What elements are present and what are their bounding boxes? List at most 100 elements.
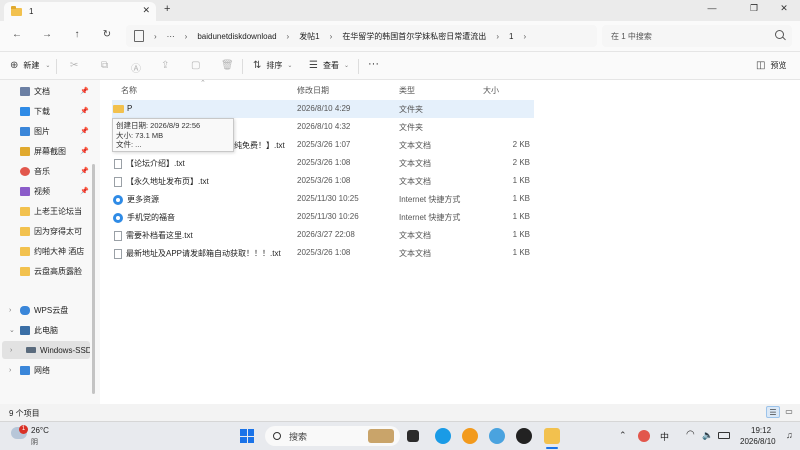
sidebar-item-pictures[interactable]: 图片 📌 [0, 122, 98, 140]
copy-icon[interactable]: ⧉ [101, 60, 108, 71]
tiles-view-icon[interactable]: ▭ [782, 406, 796, 418]
sidebar-item-folder[interactable]: 因为穿得太可 [0, 222, 98, 240]
task-view-icon[interactable] [407, 430, 419, 442]
more-button[interactable]: ··· [368, 58, 379, 70]
refresh-button[interactable]: ↻ [100, 29, 114, 40]
minimize-button[interactable]: — [702, 3, 722, 13]
breadcrumb-ellipsis[interactable]: ··· [167, 32, 175, 41]
close-window-button[interactable]: ✕ [774, 3, 794, 14]
file-name-cell: P [112, 104, 132, 113]
preview-button[interactable]: ◫ 预览 [756, 60, 786, 71]
column-header-modified[interactable]: 修改日期 [297, 85, 329, 96]
clock-time[interactable]: 19:12 [751, 426, 771, 435]
sidebar-item-folder[interactable]: 云盘高质露脸 [0, 262, 98, 280]
breadcrumb-item[interactable]: baidunetdiskdownload [197, 32, 276, 41]
taskbar-search[interactable]: 搜索 [265, 426, 400, 446]
weather-desc[interactable]: 阴 [31, 437, 38, 447]
pin-icon: 📌 [80, 108, 89, 115]
sort-button[interactable]: ⇅ 排序 ⌄ [253, 60, 292, 71]
active-indicator [546, 447, 558, 449]
new-tab-button[interactable]: + [164, 3, 170, 15]
table-row[interactable]: 更多资源 2025/11/30 10:25 Internet 快捷方式 1 KB [112, 190, 534, 208]
share-icon[interactable]: ⇪ [161, 60, 169, 71]
view-label: 查看 [322, 61, 339, 70]
weather-temp[interactable]: 26°C [31, 426, 49, 435]
folder-icon [11, 5, 22, 16]
cut-icon[interactable]: ✂ [70, 60, 78, 71]
pin-icon: 📌 [80, 88, 89, 95]
chevron-up-icon[interactable]: ⌃ [619, 430, 627, 441]
address-bar[interactable]: › ··· › baidunetdiskdownload › 发帖1 › 在华留… [126, 25, 597, 47]
file-name: 纯免费！】.txt [234, 141, 285, 150]
search-icon [273, 432, 281, 440]
table-row[interactable]: P 2026/8/10 4:29 文件夹 [112, 100, 534, 118]
paste-icon[interactable]: ▢ [191, 60, 200, 71]
app-blue-icon[interactable] [489, 428, 505, 444]
sidebar-item-windows-ssd[interactable]: › Windows-SSD [2, 341, 90, 359]
sidebar-item-label: 下载 [34, 106, 50, 116]
sidebar-item-music[interactable]: 音乐 📌 [0, 162, 98, 180]
column-header-name[interactable]: 名称 [121, 85, 137, 96]
breadcrumb-item[interactable]: 在华留学的韩国首尔学妹私密日常遭流出 [342, 31, 486, 42]
breadcrumb-item[interactable]: 1 [509, 32, 513, 41]
column-header-size[interactable]: 大小 [483, 85, 499, 96]
wifi-icon[interactable]: ◠ [686, 429, 695, 440]
battery-icon[interactable] [718, 432, 730, 439]
chevron-up-icon: ⌃ [200, 80, 206, 87]
forward-button[interactable]: → [40, 29, 54, 40]
maximize-button[interactable]: ❐ [744, 3, 764, 14]
table-row[interactable]: 【论坛介绍】.txt 2025/3/26 1:08 文本文档 2 KB [112, 154, 534, 172]
rename-icon[interactable]: Ⓐ [131, 60, 141, 75]
view-icon: ☰ [309, 60, 318, 71]
sidebar-item-screenshots[interactable]: 屏幕截图 📌 [0, 142, 98, 160]
navigation-bar: ← → ↑ ↻ › ··· › baidunetdiskdownload › 发… [0, 21, 800, 51]
table-row[interactable]: 【永久地址发布页】.txt 2025/3/26 1:08 文本文档 1 KB [112, 172, 534, 190]
new-button[interactable]: ⊕ 新建 ⌄ [10, 60, 50, 71]
breadcrumb-item[interactable]: 发帖1 [299, 31, 319, 42]
app-orange-icon[interactable] [462, 428, 478, 444]
windows-start-icon[interactable] [240, 429, 254, 443]
sidebar-item-label: 音乐 [34, 166, 50, 176]
ime-indicator[interactable]: 中 [660, 430, 669, 443]
monitor-icon [134, 30, 144, 42]
folder-icon [20, 266, 30, 276]
qq-icon[interactable] [516, 428, 532, 444]
delete-icon[interactable]: 🗑 [221, 60, 234, 71]
view-button[interactable]: ☰ 查看 ⌄ [309, 60, 349, 71]
speaker-icon[interactable]: 🔈 [702, 430, 713, 441]
tray-app-icon[interactable] [638, 430, 650, 442]
table-row[interactable]: 最新地址及APP请发邮箱自动获取！！！.txt 2025/3/26 1:08 文本文… [112, 244, 534, 262]
tooltip-size: 大小: 73.1 MB [116, 130, 164, 140]
sidebar-item-wps-cloud[interactable]: › WPS云盘 [0, 301, 98, 319]
sidebar-item-folder[interactable]: 约啪大神 酒店 [0, 242, 98, 260]
edge-icon[interactable] [435, 428, 451, 444]
sidebar-item-label: 视频 [34, 186, 50, 196]
table-row[interactable]: 需要补档看这里.txt 2026/3/27 22:08 文本文档 1 KB [112, 226, 534, 244]
sidebar-item-label: 图片 [34, 126, 50, 136]
sidebar-item-videos[interactable]: 视频 📌 [0, 182, 98, 200]
details-view-icon[interactable]: ☰ [766, 406, 780, 418]
sidebar-item-documents[interactable]: 文档 📌 [0, 82, 98, 100]
file-size: 2 KB [512, 158, 530, 167]
search-icon [775, 30, 784, 39]
bell-icon[interactable]: ♫ [786, 430, 793, 440]
folder-icon [20, 206, 30, 216]
sidebar-item-this-pc[interactable]: ⌄ 此电脑 [0, 321, 98, 339]
folder-icon [20, 226, 30, 236]
sidebar-scrollbar[interactable] [92, 164, 95, 394]
table-row[interactable]: 手机党的福音 2025/11/30 10:26 Internet 快捷方式 1 KB [112, 208, 534, 226]
sidebar-item-label: Windows-SSD [40, 345, 90, 355]
file-explorer-icon[interactable] [544, 428, 560, 444]
back-button[interactable]: ← [10, 29, 24, 40]
clock-date[interactable]: 2026/8/10 [740, 437, 776, 446]
up-button[interactable]: ↑ [70, 29, 84, 40]
tab-active[interactable]: 1 ✕ [4, 2, 156, 21]
sidebar-item-folder[interactable]: 上老王论坛当 [0, 202, 98, 220]
sidebar-item-network[interactable]: › 网络 [0, 361, 98, 379]
search-input[interactable]: 在 1 中搜索 [602, 25, 792, 47]
tab-close-button[interactable]: ✕ [142, 5, 150, 16]
file-type: Internet 快捷方式 [399, 213, 461, 222]
column-header-type[interactable]: 类型 [399, 85, 415, 96]
chevron-right-icon: › [10, 346, 13, 354]
sidebar-item-downloads[interactable]: 下载 📌 [0, 102, 98, 120]
